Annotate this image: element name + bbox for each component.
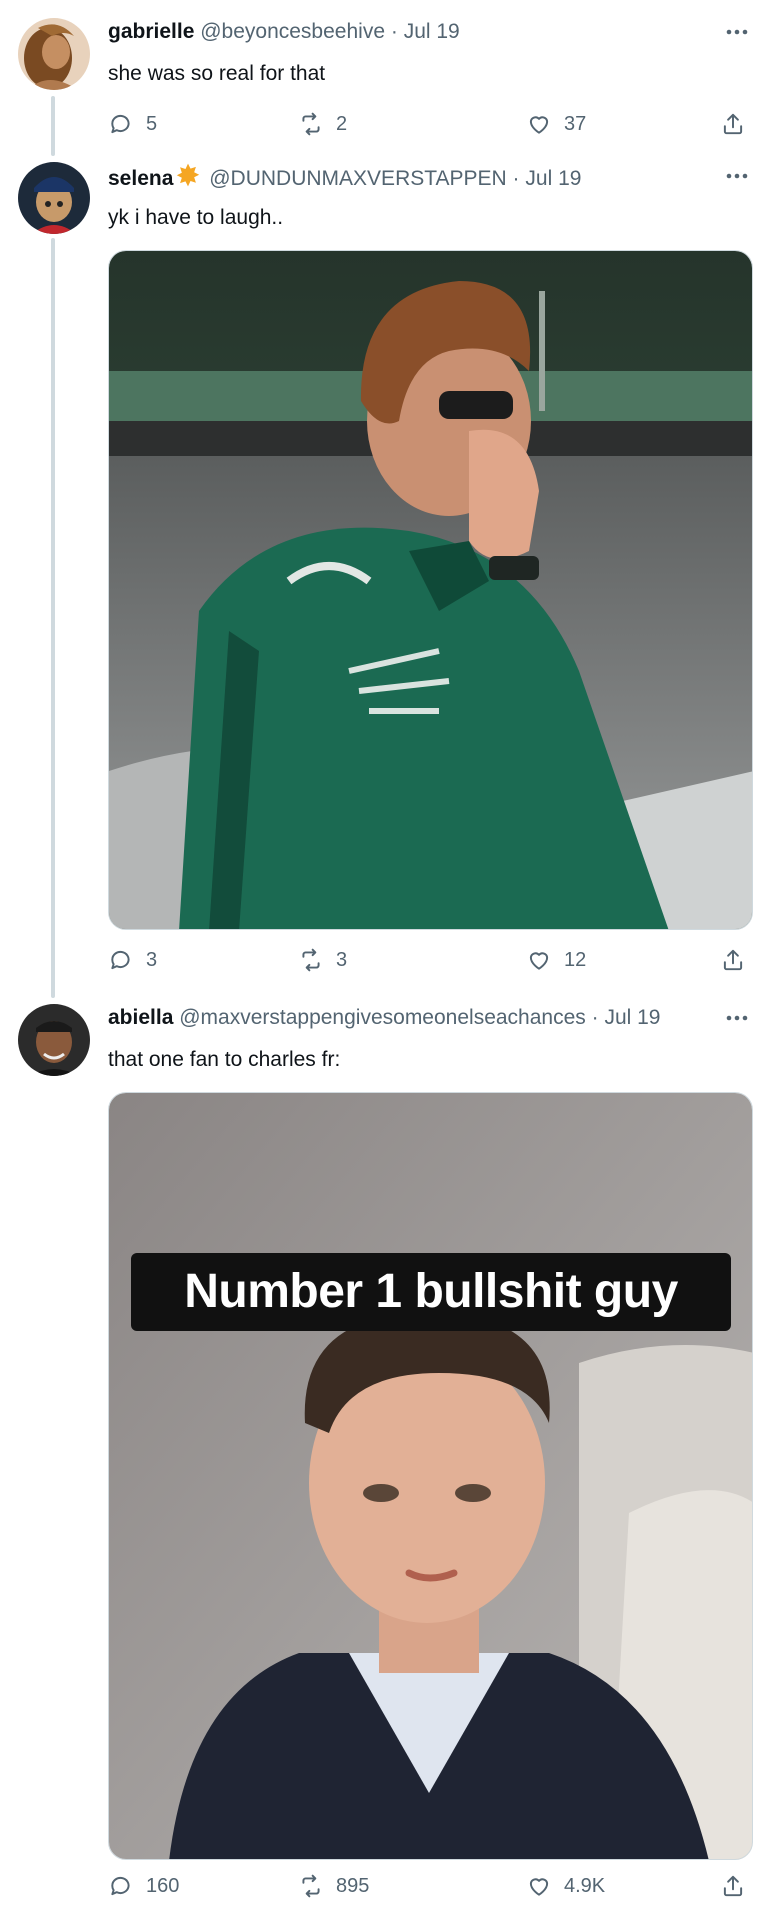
user-handle[interactable]: @DUNDUNMAXVERSTAPPEN — [209, 167, 506, 190]
retweet-button[interactable]: 3 — [298, 944, 347, 976]
separator: · — [591, 1006, 599, 1029]
retweet-count: 3 — [336, 948, 348, 971]
retweet-icon — [302, 112, 320, 136]
like-button[interactable]: 37 — [526, 108, 586, 140]
avatar[interactable] — [18, 18, 90, 90]
tweet-header: abiella @maxverstappengivesomeonelseacha… — [108, 1004, 661, 1032]
avatar[interactable] — [18, 162, 90, 234]
like-button[interactable]: 12 — [526, 944, 586, 976]
reply-icon — [111, 1876, 130, 1896]
like-button[interactable]: 4.9K — [526, 1870, 605, 1902]
share-icon — [723, 949, 743, 971]
more-options-icon[interactable] — [723, 1004, 751, 1032]
reply-icon — [111, 114, 130, 134]
display-name[interactable]: gabrielle — [108, 20, 194, 43]
star-badge-icon — [177, 163, 200, 187]
user-handle[interactable]: @maxverstappengivesomeonelseachances — [179, 1006, 586, 1029]
tweet-date[interactable]: Jul 19 — [525, 167, 581, 190]
reply-button[interactable]: 5 — [108, 108, 157, 140]
tweet-actions: 3 3 12 — [108, 944, 753, 976]
user-handle[interactable]: @beyoncesbeehive — [200, 20, 385, 43]
reply-count: 160 — [146, 1874, 180, 1897]
reply-button[interactable]: 160 — [108, 1870, 179, 1902]
tweet-text: that one fan to charles fr: — [108, 1048, 341, 1071]
heart-icon — [529, 116, 549, 134]
tweet-media-image[interactable]: Number 1 bullshit guy — [108, 1092, 753, 1860]
separator: · — [512, 167, 520, 190]
reply-button[interactable]: 3 — [108, 944, 157, 976]
share-icon — [723, 1875, 743, 1897]
tweet[interactable]: abiella @maxverstappengivesomeonelseacha… — [0, 1004, 773, 1904]
tweet-header: gabrielle @beyoncesbeehive · Jul 19 — [108, 18, 460, 46]
separator: · — [390, 20, 398, 43]
reply-count: 3 — [146, 948, 158, 971]
more-options-icon[interactable] — [723, 162, 751, 190]
retweet-button[interactable]: 2 — [298, 108, 347, 140]
like-count: 37 — [564, 112, 587, 135]
tweet-actions: 160 895 4.9K — [108, 1870, 753, 1902]
heart-icon — [529, 952, 549, 970]
share-button[interactable] — [720, 944, 746, 976]
share-icon — [723, 113, 743, 135]
meme-caption: Number 1 bullshit guy — [131, 1253, 731, 1331]
heart-icon — [529, 1878, 549, 1896]
avatar[interactable] — [18, 1004, 90, 1076]
like-count: 4.9K — [564, 1874, 606, 1897]
display-name[interactable]: abiella — [108, 1006, 173, 1029]
retweet-button[interactable]: 895 — [298, 1870, 369, 1902]
retweet-icon — [302, 948, 320, 972]
tweet-date[interactable]: Jul 19 — [404, 20, 460, 43]
more-options-icon[interactable] — [723, 18, 751, 46]
tweet-text: yk i have to laugh.. — [108, 206, 284, 229]
reply-count: 5 — [146, 112, 158, 135]
display-name[interactable]: selena — [108, 167, 173, 190]
retweet-count: 895 — [336, 1874, 370, 1897]
tweet-header: selena @DUNDUNMAXVERSTAPPEN · Jul 19 — [108, 162, 581, 193]
tweet-media-image[interactable] — [108, 250, 753, 930]
tweet-date[interactable]: Jul 19 — [604, 1006, 660, 1029]
like-count: 12 — [564, 948, 587, 971]
tweet-text: she was so real for that — [108, 62, 326, 85]
tweet[interactable]: gabrielle @beyoncesbeehive · Jul 19 she … — [0, 18, 773, 148]
reply-icon — [111, 950, 130, 970]
share-button[interactable] — [720, 108, 746, 140]
tweet-actions: 5 2 37 — [108, 108, 753, 140]
tweet[interactable]: selena @DUNDUNMAXVERSTAPPEN · Jul 19 yk … — [0, 162, 773, 987]
share-button[interactable] — [720, 1870, 746, 1902]
retweet-icon — [302, 1874, 320, 1898]
retweet-count: 2 — [336, 112, 348, 135]
